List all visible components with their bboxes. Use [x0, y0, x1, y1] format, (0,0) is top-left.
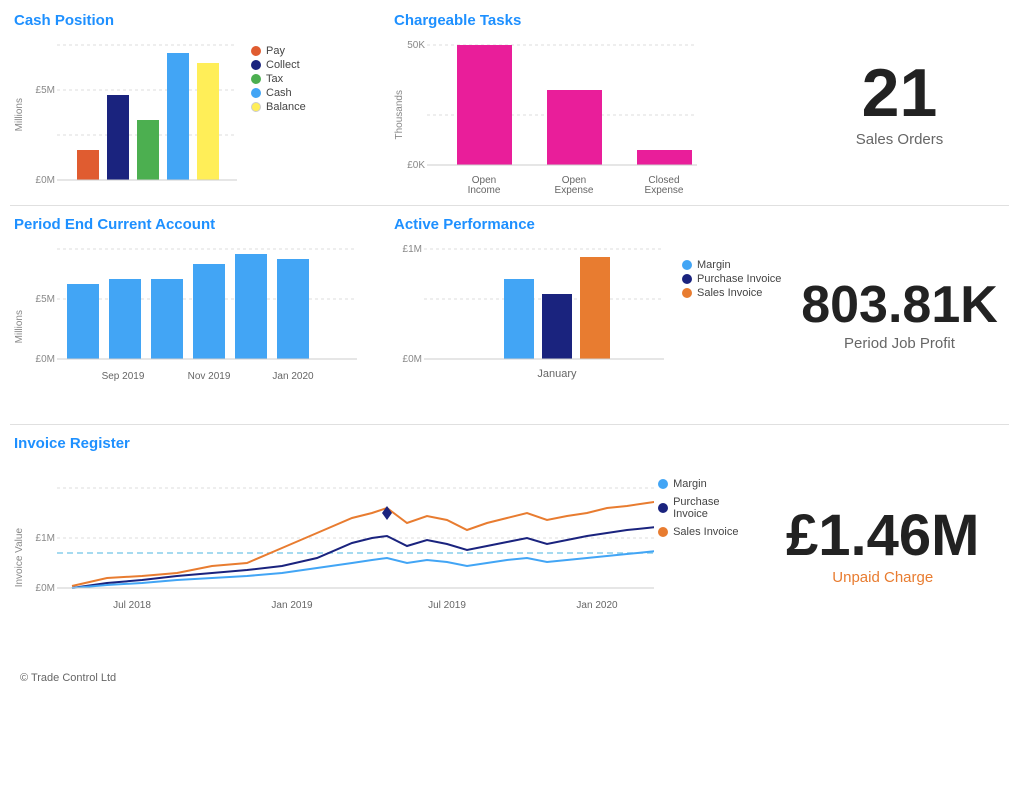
chargeable-tasks-title: Chargeable Tasks — [394, 12, 786, 29]
period-end-y-label: Millions — [14, 310, 25, 343]
svg-text:Jan 2020: Jan 2020 — [576, 600, 618, 611]
cash-position-chart: £5M £0M — [27, 35, 247, 195]
invoice-register-chart: £1M £0M — [27, 458, 654, 658]
divider-1 — [10, 205, 1009, 206]
divider-2 — [10, 424, 1009, 425]
active-performance-legend: Margin Purchase Invoice Sales Invoice — [682, 259, 781, 301]
svg-text:January: January — [537, 368, 577, 380]
cash-position-y-label: Millions — [14, 98, 25, 131]
svg-text:Jul 2018: Jul 2018 — [113, 600, 151, 611]
active-performance-section: Active Performance £1M £0M — [390, 212, 790, 418]
svg-text:Jul 2019: Jul 2019 — [428, 600, 466, 611]
svg-text:£0M: £0M — [36, 175, 55, 186]
svg-text:Sep 2019: Sep 2019 — [102, 371, 145, 382]
sales-orders-kpi: 21 Sales Orders — [790, 8, 1009, 199]
period-job-profit-label: Period Job Profit — [844, 335, 955, 352]
svg-text:£0M: £0M — [36, 583, 55, 594]
period-end-chart: £5M £0M Sep 2019 Nov 2019 Jan 2020 — [27, 239, 367, 414]
active-performance-chart: £1M £0M January — [394, 239, 674, 414]
svg-text:£5M: £5M — [36, 85, 55, 96]
unpaid-charge-number: £1.46M — [786, 507, 979, 565]
svg-text:£5M: £5M — [36, 294, 55, 305]
footer: © Trade Control Ltd — [10, 666, 1009, 690]
svg-text:Expense: Expense — [555, 185, 594, 195]
svg-text:£0M: £0M — [403, 354, 422, 365]
footer-text: © Trade Control Ltd — [20, 672, 116, 684]
cash-position-section: Cash Position Millions £5M £0M — [10, 8, 390, 199]
cash-position-legend: Pay Collect Tax Cash Balance — [251, 45, 306, 115]
period-end-section: Period End Current Account Millions £5M … — [10, 212, 390, 418]
chargeable-tasks-chart: £50K £0K Open Income Open Expense Closed… — [407, 35, 707, 195]
svg-text:£1M: £1M — [403, 244, 422, 255]
invoice-register-y-label: Invoice Value — [14, 528, 25, 587]
svg-text:£1M: £1M — [36, 533, 55, 544]
invoice-register-title: Invoice Register — [14, 435, 752, 452]
svg-text:£0K: £0K — [407, 160, 425, 171]
invoice-register-section: Invoice Register Invoice Value £1M £0M — [10, 431, 756, 662]
sales-orders-number: 21 — [862, 59, 938, 127]
chargeable-tasks-section: Chargeable Tasks Thousands £50K £0K — [390, 8, 790, 199]
period-job-profit-number: 803.81K — [801, 279, 998, 331]
sales-orders-label: Sales Orders — [856, 131, 944, 148]
svg-text:Jan 2020: Jan 2020 — [272, 371, 314, 382]
svg-text:Income: Income — [468, 185, 501, 195]
chargeable-tasks-y-label: Thousands — [394, 90, 405, 139]
svg-text:£0M: £0M — [36, 354, 55, 365]
svg-text:£50K: £50K — [407, 40, 425, 51]
period-job-profit-kpi: 803.81K Period Job Profit — [790, 212, 1009, 418]
invoice-register-legend: Margin Purchase Invoice Sales Invoice — [658, 478, 752, 540]
active-performance-title: Active Performance — [394, 216, 786, 233]
unpaid-charge-kpi: £1.46M Unpaid Charge — [756, 431, 1009, 662]
period-end-title: Period End Current Account — [14, 216, 386, 233]
svg-text:Jan 2019: Jan 2019 — [271, 600, 313, 611]
cash-position-title: Cash Position — [14, 12, 386, 29]
svg-text:Expense: Expense — [645, 185, 684, 195]
unpaid-charge-label: Unpaid Charge — [832, 569, 933, 586]
svg-text:Nov 2019: Nov 2019 — [188, 371, 231, 382]
